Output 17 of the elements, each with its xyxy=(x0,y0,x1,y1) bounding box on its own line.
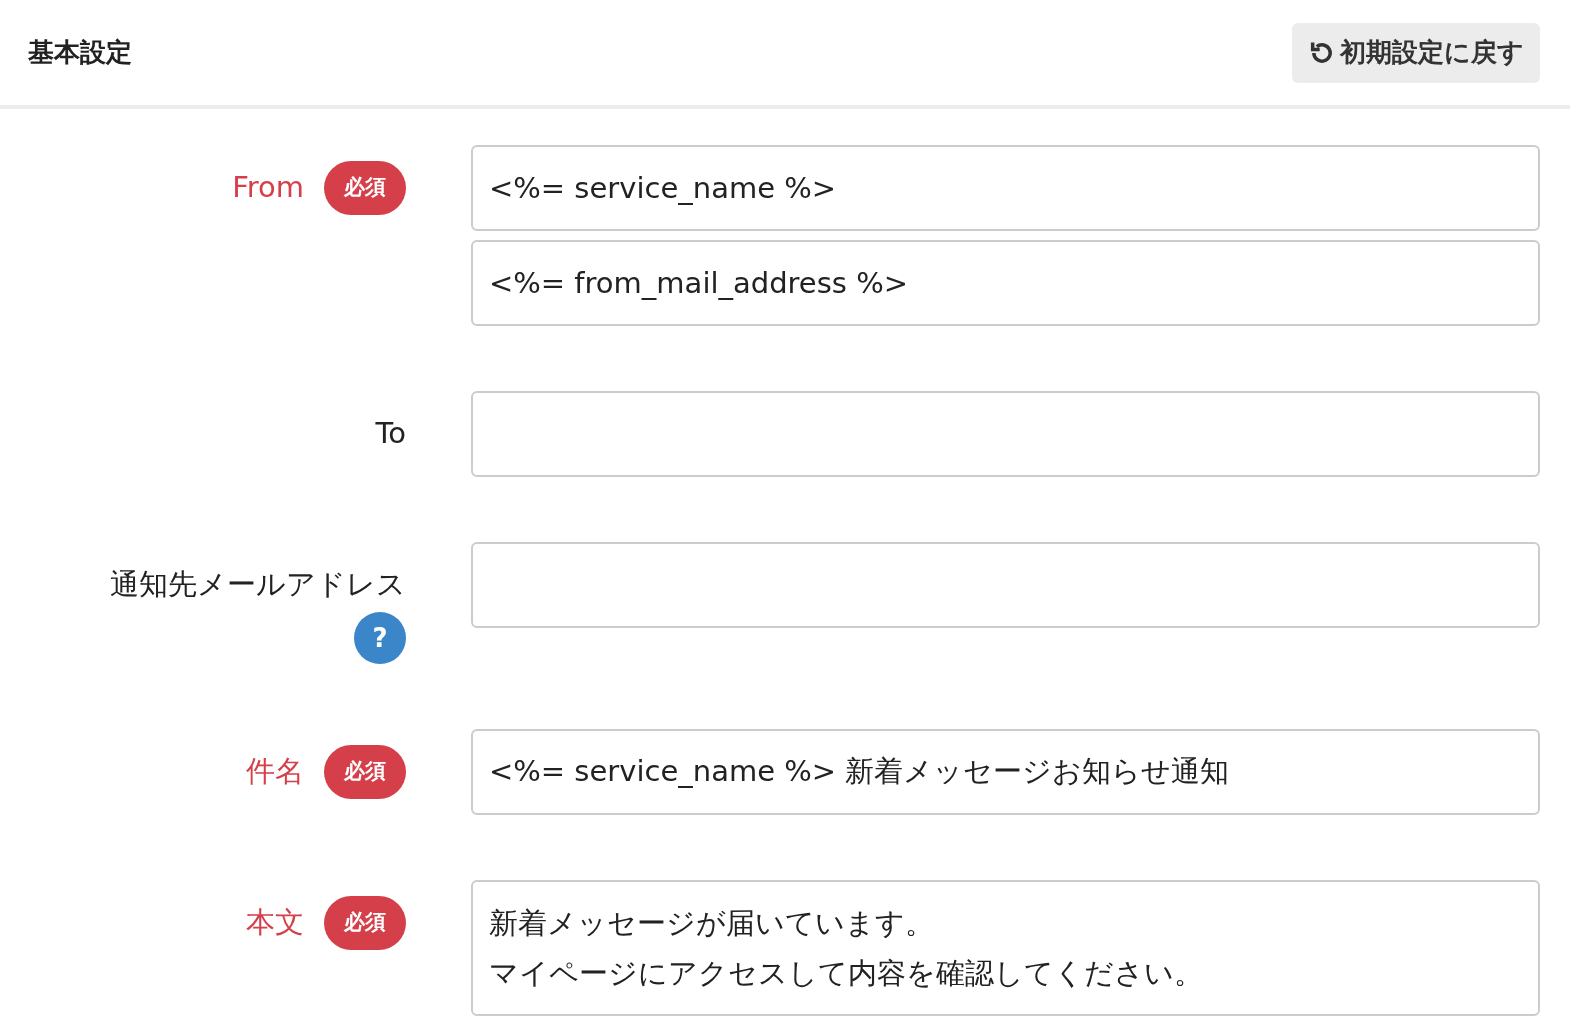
field-label: From xyxy=(232,169,304,207)
reset-button[interactable]: 初期設定に戻す xyxy=(1292,22,1540,83)
field-label: 件名 xyxy=(246,753,304,791)
section-title: 基本設定 xyxy=(28,36,132,69)
required-badge: 必須 xyxy=(324,745,406,799)
text-field[interactable]: <%= service_name %> xyxy=(471,145,1540,231)
text-field[interactable]: <%= service_name %> 新着メッセージお知らせ通知 xyxy=(471,729,1540,815)
required-badge: 必須 xyxy=(324,161,406,215)
required-badge: 必須 xyxy=(324,896,406,950)
text-field[interactable] xyxy=(471,391,1540,477)
field-label: To xyxy=(375,415,406,453)
help-icon[interactable]: ? xyxy=(354,612,406,664)
field-label: 通知先メールアドレス xyxy=(110,566,406,604)
field-label: 本文 xyxy=(246,904,304,942)
body-textarea[interactable]: 新着メッセージが届いています。 マイページにアクセスして内容を確認してください。 xyxy=(471,880,1540,1016)
text-field[interactable] xyxy=(471,542,1540,628)
text-field[interactable]: <%= from_mail_address %> xyxy=(471,240,1540,326)
